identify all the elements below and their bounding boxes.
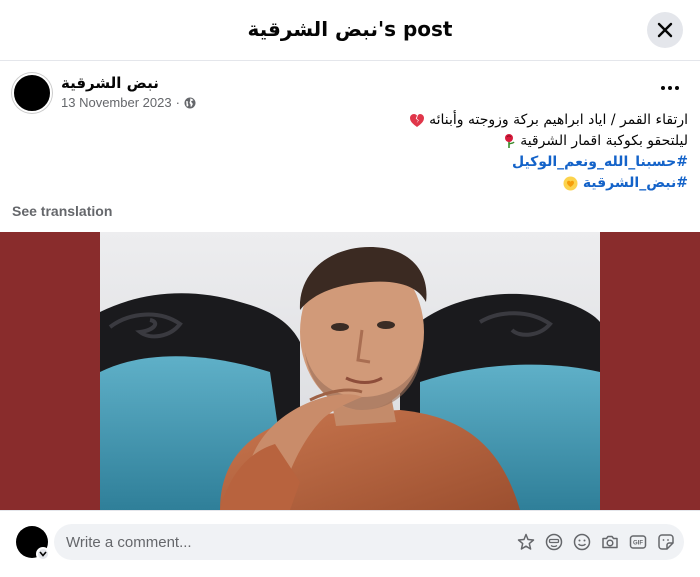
close-icon — [657, 22, 673, 38]
globe-icon[interactable] — [184, 97, 196, 109]
see-translation-link[interactable]: See translation — [12, 203, 112, 219]
close-button[interactable] — [647, 12, 683, 48]
avatar-sticker-icon[interactable] — [516, 532, 536, 552]
more-dot — [675, 86, 679, 90]
post-line-3: #حسبنا_الله_ونعم_الوكيل — [88, 152, 688, 173]
portrait-illustration — [100, 232, 600, 510]
post-line-4: #نبض_الشرقية — [88, 173, 688, 194]
post-line-2: ليلتحقو بكوكبة اقمار الشرقية — [88, 131, 688, 152]
more-dot — [661, 86, 665, 90]
page-avatar[interactable] — [12, 73, 52, 113]
post-image-container[interactable] — [0, 232, 700, 510]
sticker-icon[interactable] — [656, 532, 676, 552]
page-name-link[interactable]: نبض الشرقية — [61, 74, 159, 92]
comment-actions: GIF — [516, 532, 676, 552]
post-text: ارتقاء القمر / اياد ابراهيم بركة وزوجته … — [88, 110, 688, 194]
post-options-button[interactable] — [656, 78, 684, 98]
hashtag-link-2[interactable]: #نبض_الشرقية — [583, 175, 688, 191]
rose-icon — [504, 134, 515, 148]
emoji-face-icon[interactable] — [544, 532, 564, 552]
broken-heart-icon — [409, 113, 424, 127]
yellow-heart-icon — [563, 176, 578, 190]
camera-icon[interactable] — [600, 532, 620, 552]
post-photo[interactable] — [100, 232, 600, 510]
dialog-header: نبض الشرقية's post — [0, 0, 700, 61]
post-dialog: نبض الشرقية's post نبض الشرقية 13 Novemb… — [0, 0, 700, 577]
post-line-1-text: ارتقاء القمر / اياد ابراهيم بركة وزوجته … — [429, 112, 688, 128]
post-line-2-text: ليلتحقو بكوكبة اقمار الشرقية — [520, 133, 688, 149]
chevron-down-icon[interactable] — [36, 547, 50, 561]
dialog-title: نبض الشرقية's post — [247, 17, 453, 41]
hashtag-link-1[interactable]: #حسبنا_الله_ونعم_الوكيل — [512, 154, 688, 170]
gif-icon[interactable]: GIF — [628, 532, 648, 552]
post-date[interactable]: 13 November 2023 — [61, 95, 172, 110]
comment-composer: GIF — [0, 510, 700, 577]
post-meta: 13 November 2023 · — [61, 95, 196, 110]
more-dot — [668, 86, 672, 90]
svg-text:GIF: GIF — [633, 541, 643, 547]
meta-separator: · — [175, 95, 180, 110]
smiley-icon[interactable] — [572, 532, 592, 552]
post-line-1: ارتقاء القمر / اياد ابراهيم بركة وزوجته … — [88, 110, 688, 131]
